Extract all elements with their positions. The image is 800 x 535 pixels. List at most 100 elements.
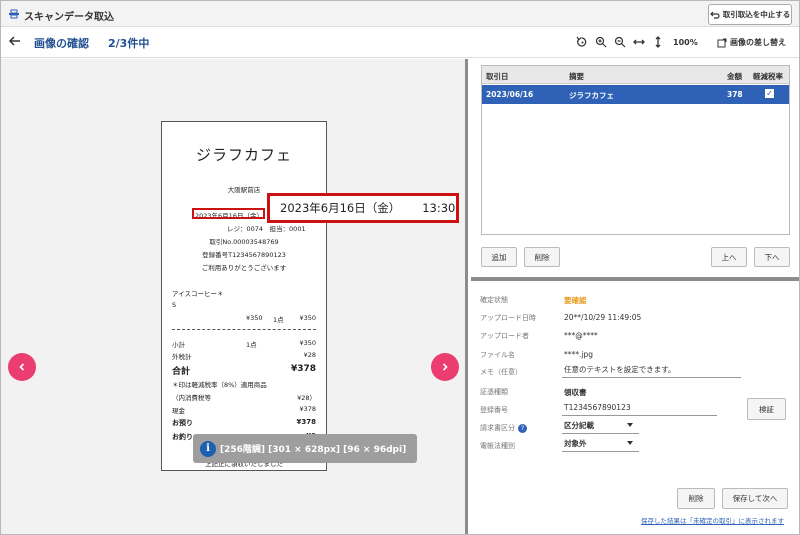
invoice-class-value: 区分記載 xyxy=(564,421,594,430)
zoom-out-button[interactable] xyxy=(613,35,626,48)
zoom-in-icon xyxy=(595,36,606,47)
receipt-cash-value: ¥378 xyxy=(299,405,316,413)
transaction-detail-panel: 確定状態 要確認 アップロード日時 20**/10/29 11:49:05 アッ… xyxy=(471,281,799,534)
filename-value: ****.jpg xyxy=(564,350,593,359)
zoom-in-button[interactable] xyxy=(594,35,607,48)
chevron-right-icon xyxy=(442,363,448,371)
filename-label: ファイル名 xyxy=(480,351,515,359)
memo-input[interactable]: 任意のテキストを設定できます。 xyxy=(562,362,741,378)
receipt-subtotal-value: ¥350 xyxy=(299,339,316,347)
chevron-left-icon xyxy=(19,363,25,371)
receipt-subtotal-label: 小計 xyxy=(172,341,185,349)
receipt-tax-label: 外税計 xyxy=(172,353,192,361)
callout-time: 13:30 xyxy=(422,201,456,215)
page-header: 画像の確認 2/3件中 100% 画像の差し替え xyxy=(1,28,799,58)
previous-image-button[interactable] xyxy=(8,353,36,381)
doc-type-value: 領収書 xyxy=(564,388,587,397)
row-amount: 378 xyxy=(727,90,743,99)
saved-results-note[interactable]: 保存した結果は「未確定の取引」に表示されます xyxy=(641,515,784,525)
next-image-button[interactable] xyxy=(431,353,459,381)
receipt-tax-value: ¥28 xyxy=(303,351,316,359)
fit-width-button[interactable] xyxy=(632,35,645,48)
receipt-total-label: 合計 xyxy=(172,367,191,377)
cancel-import-button[interactable]: 取引取込を中止する xyxy=(708,4,792,25)
receipt-item-size: S xyxy=(172,301,177,309)
registration-no-value: T1234567890123 xyxy=(564,403,631,412)
memo-value: 任意のテキストを設定できます。 xyxy=(564,365,676,374)
upload-date-value: 20**/10/29 11:49:05 xyxy=(564,313,642,322)
move-down-button[interactable]: 下へ xyxy=(754,247,790,267)
receipt-reduced-note: ＊印は軽減税率（8%）適用商品 xyxy=(172,381,267,389)
registration-no-input[interactable]: T1234567890123 xyxy=(562,400,717,416)
receipt-change-label: お釣り xyxy=(172,433,193,441)
date-highlight-box xyxy=(192,208,265,219)
add-button[interactable]: 追加 xyxy=(481,247,517,267)
help-icon[interactable]: ? xyxy=(518,424,527,433)
image-info-text: [256階調] [301 × 628px] [96 × 96dpi] xyxy=(220,445,407,455)
receipt-total-value: ¥378 xyxy=(290,364,316,374)
header-reduced-tax: 軽減税率 xyxy=(753,72,783,81)
registration-no-label: 登録番号 xyxy=(480,406,508,414)
uploader-value: ***@**** xyxy=(564,331,598,340)
ebook-type-select[interactable]: 対象外 xyxy=(562,436,639,452)
row-summary: ジラフカフェ xyxy=(569,91,614,100)
receipt-thanks: ご利用ありがとうございます xyxy=(201,264,287,272)
cancel-import-label: 取引取込を中止する xyxy=(722,10,791,19)
receipt-dashed-line xyxy=(172,329,316,330)
move-up-button[interactable]: 上へ xyxy=(711,247,747,267)
fit-height-button[interactable] xyxy=(651,35,664,48)
dropdown-caret-icon xyxy=(627,423,633,427)
receipt-register: レジ：0074 担当：0001 xyxy=(227,225,306,233)
scanner-icon xyxy=(9,9,19,19)
transaction-list-panel: 取引日 摘要 金額 軽減税率 2023/06/16 ジラフカフェ 378 ✓ 追… xyxy=(471,59,799,277)
replace-image-label: 画像の差し替え xyxy=(730,38,786,47)
image-info-bar: i [256階調] [301 × 628px] [96 × 96dpi] xyxy=(193,434,417,463)
invoice-class-label-text: 請求書区分 xyxy=(480,424,515,432)
invoice-class-select[interactable]: 区分記載 xyxy=(562,418,639,434)
back-arrow-icon[interactable] xyxy=(8,34,22,48)
replace-image-icon xyxy=(717,38,727,47)
table-header: 取引日 摘要 金額 軽減税率 xyxy=(482,66,789,84)
receipt-item-name: アイスコーヒー＊ xyxy=(172,290,224,298)
delete-row-button[interactable]: 削除 xyxy=(524,247,560,267)
image-toolbar xyxy=(575,35,664,48)
receipt-subtotal-qty: 1点 xyxy=(246,341,257,349)
image-viewer: ジラフカフェ 大阪駅前店 2023年6月16日（金） レジ：0074 担当：00… xyxy=(1,59,468,534)
zoom-out-icon xyxy=(614,36,625,47)
title-bar: スキャンデータ取込 取引取込を中止する xyxy=(1,1,799,27)
zoom-level: 100% xyxy=(673,38,698,47)
delete-transaction-button[interactable]: 削除 xyxy=(677,488,715,509)
header-summary: 摘要 xyxy=(569,72,584,81)
receipt-item-total: ¥350 xyxy=(299,314,316,322)
page-count: 2/3件中 xyxy=(108,37,150,50)
date-callout: 2023年6月16日（金） 13:30 xyxy=(267,193,459,223)
transaction-table: 取引日 摘要 金額 軽減税率 2023/06/16 ジラフカフェ 378 ✓ xyxy=(481,65,790,235)
dropdown-caret-icon xyxy=(627,441,633,445)
memo-label: メモ（任意） xyxy=(480,368,522,376)
header-date: 取引日 xyxy=(486,72,509,81)
rotate-button[interactable] xyxy=(575,35,588,48)
receipt-inner-tax-value: ¥28） xyxy=(297,394,316,402)
receipt-item-price: ¥350 xyxy=(246,314,263,322)
info-icon: i xyxy=(200,440,216,457)
status-badge: 要確認 xyxy=(564,296,587,305)
fit-width-icon xyxy=(632,39,645,44)
save-and-next-button[interactable]: 保存して次へ xyxy=(722,488,788,509)
verify-button[interactable]: 検証 xyxy=(747,398,786,420)
callout-date: 2023年6月16日（金） xyxy=(280,201,401,215)
table-row[interactable]: 2023/06/16 ジラフカフェ 378 ✓ xyxy=(482,85,789,104)
status-label: 確定状態 xyxy=(480,296,508,304)
replace-image-button[interactable]: 画像の差し替え xyxy=(717,37,786,48)
header-amount: 金額 xyxy=(727,72,742,81)
rotate-icon xyxy=(576,36,586,47)
reduced-tax-checkbox[interactable]: ✓ xyxy=(765,89,774,98)
receipt-image: ジラフカフェ 大阪駅前店 2023年6月16日（金） レジ：0074 担当：00… xyxy=(161,121,327,471)
app-title: スキャンデータ取込 xyxy=(24,12,114,23)
ebook-type-value: 対象外 xyxy=(564,439,587,448)
receipt-inner-tax-label: （内消費税等 xyxy=(172,394,211,402)
receipt-deposit-value: ¥378 xyxy=(296,418,316,426)
receipt-transaction-no: 取引No.00003548769 xyxy=(209,238,279,246)
page-title: 画像の確認 xyxy=(34,37,89,50)
fit-height-icon xyxy=(655,35,660,48)
undo-icon xyxy=(709,11,720,19)
